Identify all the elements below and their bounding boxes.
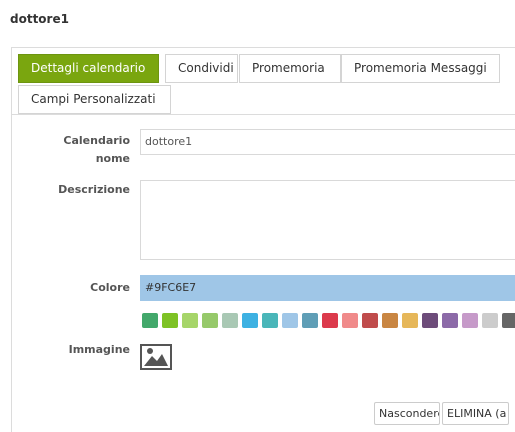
tab-calendar-details[interactable]: Dettagli calendario bbox=[18, 54, 159, 83]
color-swatch[interactable] bbox=[402, 313, 418, 328]
color-swatch[interactable] bbox=[502, 313, 515, 328]
calendar-name-label-line2: nome bbox=[95, 152, 130, 165]
image-icon[interactable] bbox=[140, 344, 172, 370]
color-swatch[interactable] bbox=[302, 313, 318, 328]
color-swatch[interactable] bbox=[142, 313, 158, 328]
color-swatch[interactable] bbox=[262, 313, 278, 328]
calendar-name-input[interactable]: dottore1 bbox=[140, 129, 515, 155]
color-swatch[interactable] bbox=[322, 313, 338, 328]
color-swatch[interactable] bbox=[162, 313, 178, 328]
color-swatch[interactable] bbox=[282, 313, 298, 328]
color-swatch[interactable] bbox=[362, 313, 378, 328]
tab-reminders[interactable]: Promemoria bbox=[239, 54, 341, 83]
tab-reminder-messages[interactable]: Promemoria Messaggi bbox=[341, 54, 500, 83]
calendar-name-label-line1: Calendario bbox=[63, 134, 130, 147]
page-title: dottore1 bbox=[10, 12, 69, 26]
hide-button[interactable]: Nascondere bbox=[374, 402, 440, 425]
color-swatch[interactable] bbox=[342, 313, 358, 328]
tab-custom-fields[interactable]: Campi Personalizzati bbox=[18, 85, 171, 114]
color-label: Colore bbox=[90, 281, 130, 294]
description-textarea[interactable] bbox=[140, 180, 515, 260]
tab-bar: Dettagli calendario Condividi Promemoria… bbox=[18, 54, 515, 118]
calendar-name-label: Calendario nome bbox=[40, 132, 130, 168]
color-swatch[interactable] bbox=[462, 313, 478, 328]
color-swatch[interactable] bbox=[442, 313, 458, 328]
image-icon-graphic bbox=[140, 344, 172, 370]
tabs-divider bbox=[12, 114, 515, 115]
color-swatch[interactable] bbox=[222, 313, 238, 328]
image-label: Immagine bbox=[68, 343, 130, 356]
color-swatch[interactable] bbox=[182, 313, 198, 328]
color-swatch[interactable] bbox=[202, 313, 218, 328]
color-swatch[interactable] bbox=[242, 313, 258, 328]
description-label: Descrizione bbox=[58, 183, 130, 196]
delete-button[interactable]: ELIMINA (a bbox=[442, 402, 509, 425]
color-swatch[interactable] bbox=[422, 313, 438, 328]
color-input[interactable]: #9FC6E7 bbox=[140, 275, 515, 301]
color-swatch[interactable] bbox=[482, 313, 498, 328]
color-swatch[interactable] bbox=[382, 313, 398, 328]
tab-share[interactable]: Condividi bbox=[165, 54, 238, 83]
